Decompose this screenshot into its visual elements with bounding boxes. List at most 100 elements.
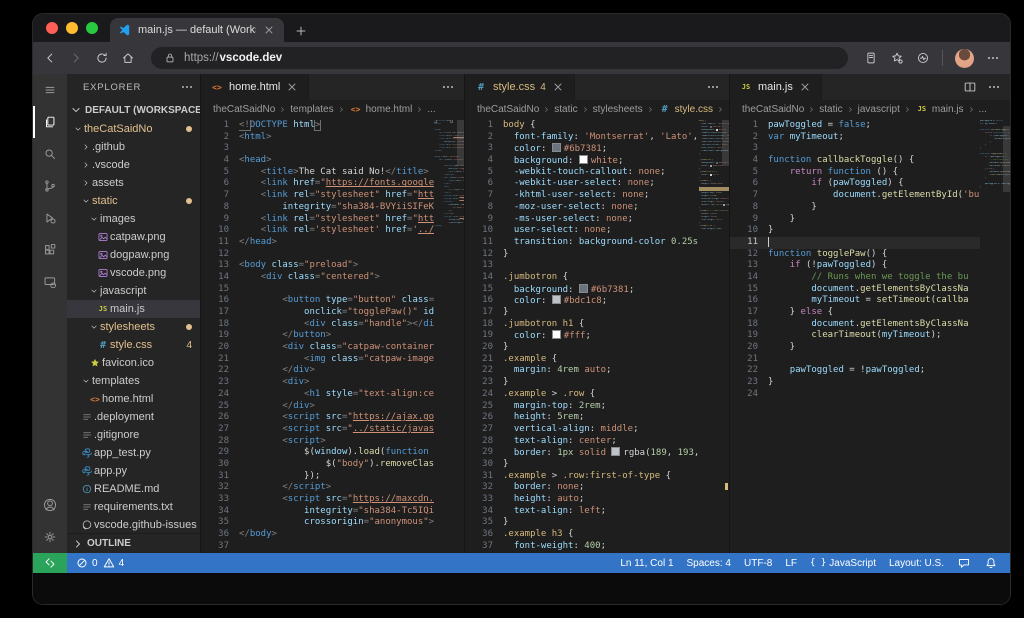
tree-item[interactable]: static [67,192,200,210]
breadcrumb-item[interactable]: main.js [932,104,964,115]
feedback-icon[interactable] [957,556,971,570]
code-line[interactable]: 14 .jumbotron { [465,272,699,284]
editor-actions-more-icon[interactable] [706,80,720,94]
code-line[interactable]: 12 [201,249,434,261]
outline-section[interactable]: OUTLINE [67,533,200,553]
code-line[interactable]: 15 background: #6b7381; [465,283,699,296]
tree-item[interactable]: vscode.github-issues [67,516,200,533]
zoom-window-button[interactable] [86,22,98,34]
editor-actions-more-icon[interactable] [987,80,1001,94]
code-line[interactable]: 34 text-align: left; [465,506,699,518]
code-line[interactable]: 17 } else { [730,307,980,319]
notifications-bell-icon[interactable] [984,556,998,570]
scrollbar[interactable] [457,120,464,166]
close-icon[interactable] [285,80,299,94]
code-line[interactable]: 22 margin: 4rem auto; [465,365,699,377]
code-line[interactable]: 30} [465,459,699,471]
code-line[interactable]: 35} [465,517,699,529]
address-bar[interactable]: https://vscode.dev [151,47,848,69]
code-line[interactable]: 4 background: white; [465,155,699,167]
code-line[interactable]: 29 $(window).load(function () { [201,447,434,459]
tree-item[interactable]: app_test.py [67,444,200,462]
code-line[interactable]: 6 -webkit-user-select: none; [465,178,699,190]
code-line[interactable]: 8 } [730,202,980,214]
tree-item[interactable]: favicon.ico [67,354,200,372]
browser-essentials-icon[interactable] [916,51,930,65]
code-line[interactable]: 3 color: #6b7381; [465,143,699,155]
code-editor-home-html[interactable]: 1 <!DOCTYPE html> 2 <html> 3 4 <head> 5 <title>… [201,118,434,553]
code-line[interactable]: 23} [465,377,699,389]
code-line[interactable]: 37 font-weight: 400; [465,541,699,553]
code-line[interactable]: 12 function togglePaw() { [730,249,980,261]
code-line[interactable]: 37 [201,541,434,553]
close-icon[interactable] [798,80,812,94]
code-line[interactable]: 30 $("body").removeClass( [201,459,434,471]
language-mode[interactable]: { } JavaScript [810,558,876,569]
code-line[interactable]: 9 -ms-user-select: none; [465,214,699,226]
code-line[interactable]: 3 [730,143,980,155]
code-line[interactable]: 19 color: #fff; [465,330,699,342]
code-line[interactable]: 26 <script src="https://ajax.googleapis.… [201,412,434,424]
minimize-window-button[interactable] [66,22,78,34]
new-tab-button[interactable] [294,24,308,38]
code-line[interactable]: 25 margin-top: 2rem; [465,401,699,413]
code-line[interactable]: 24 .example > .row { [465,389,699,401]
workspace-section-header[interactable]: DEFAULT (WORKSPACE) [67,100,200,120]
extensions-icon[interactable] [33,234,67,266]
code-line[interactable]: 18 document.getElementsByClassNa [730,319,980,331]
tab-style-css[interactable]: # style.css 4 [465,74,575,100]
problems-errors[interactable]: 0 [75,556,98,570]
tab-main-js[interactable]: JS main.js [730,74,822,100]
scrollbar[interactable] [1003,126,1010,192]
code-line[interactable]: 33 <script src="https://maxcdn.bootstrap… [201,494,434,506]
lock-icon[interactable] [163,51,177,65]
problems-warnings[interactable]: 4 [102,556,124,570]
close-tab-icon[interactable] [262,23,276,37]
code-line[interactable]: 16 myTimeout = setTimeout(callba [730,295,980,307]
code-line[interactable]: 18 <div class="handle"></div> [201,319,434,331]
code-line[interactable]: 8 -moz-user-select: none; [465,202,699,214]
minimap[interactable]: <!DOCTYPE html> <html> <head> <title>The C… [434,118,464,553]
tree-item[interactable]: dogpaw.png [67,246,200,264]
tree-item[interactable]: theCatSaidNo [67,120,200,138]
code-line[interactable]: 10 user-select: none; [465,225,699,237]
tree-item[interactable]: javascript [67,282,200,300]
encoding[interactable]: UTF-8 [744,558,772,569]
code-line[interactable]: 31 .example > .row:first-of-type { [465,471,699,483]
tree-item[interactable]: stylesheets [67,318,200,336]
tree-item[interactable]: README.md [67,480,200,498]
code-line[interactable]: 24 [730,389,980,401]
code-line[interactable]: 5 -webkit-touch-callout: none; [465,167,699,179]
settings-gear-icon[interactable] [33,521,67,553]
close-icon[interactable] [551,80,565,94]
browser-tab[interactable]: main.js — default (Workspace) [110,18,284,42]
code-line[interactable]: 15 document.getElementsByClassNa [730,284,980,296]
tree-item[interactable]: assets [67,174,200,192]
code-line[interactable]: 26 height: 5rem; [465,412,699,424]
menu-icon[interactable] [33,74,67,106]
code-line[interactable]: 10 <link rel='stylesheet' href='../stati… [201,225,434,237]
close-window-button[interactable] [46,22,58,34]
breadcrumb-item[interactable]: ... [427,104,435,115]
home-button[interactable] [121,51,135,65]
tree-item[interactable]: JS main.js [67,300,200,318]
code-line[interactable]: 27 <script src="../static/javascript/mai… [201,424,434,436]
cursor-position[interactable]: Ln 11, Col 1 [620,558,673,569]
code-line[interactable]: 5 <title>The Cat said No!</title> [201,167,434,179]
code-line[interactable]: 7 document.getElementById('butto [730,190,980,202]
account-icon[interactable] [33,489,67,521]
code-line[interactable]: 17 onclick="togglePaw()" id="switch" [201,307,434,319]
breadcrumb-item[interactable]: theCatSaidNo [477,104,539,115]
code-line[interactable]: 5 return function () { [730,167,980,179]
breadcrumb-item[interactable]: static [819,104,842,115]
favorites-icon[interactable] [890,51,904,65]
code-line[interactable]: 14 // Runs when we toggle the bu [730,272,980,284]
remote-explorer-icon[interactable] [33,266,67,298]
code-line[interactable]: 31 }); [201,471,434,483]
code-line[interactable]: 23 <div> [201,377,434,389]
breadcrumb-item[interactable]: theCatSaidNo [742,104,804,115]
breadcrumb-item[interactable]: javascript [858,104,900,115]
code-line[interactable]: 3 [201,143,434,155]
back-button[interactable] [43,51,57,65]
code-line[interactable]: 34 integrity="sha384-Tc5IQib027qvyjSMfHj… [201,506,434,518]
